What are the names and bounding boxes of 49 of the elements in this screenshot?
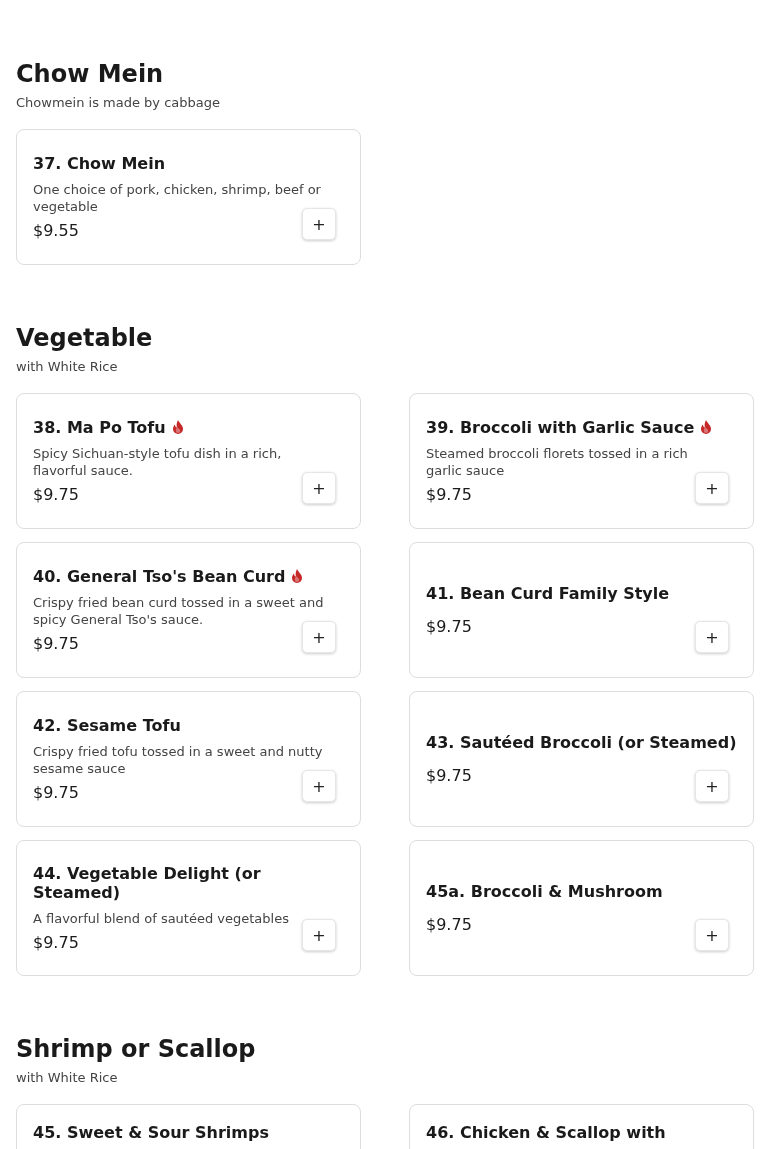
item-name: 41. Bean Curd Family Style bbox=[426, 583, 670, 603]
section-title: Vegetable bbox=[16, 323, 154, 353]
add-button[interactable]: + bbox=[695, 621, 729, 653]
item-description: Steamed broccoli florets tossed in a rich garlic sauce bbox=[426, 444, 689, 479]
add-button[interactable]: + bbox=[695, 919, 729, 951]
menu-item-card[interactable]: 38. Ma Po Tofu Spicy Sichuan-style tofu dish in a rich, flavorful sauce. $9.75 + bbox=[16, 393, 361, 529]
add-button[interactable]: + bbox=[695, 770, 729, 802]
item-name: 38. Ma Po Tofu bbox=[33, 417, 166, 437]
item-name: 37. Chow Mein bbox=[33, 153, 166, 173]
item-price: $9.75 bbox=[426, 484, 472, 505]
item-name: 46. Chicken & Scallop with bbox=[426, 1123, 666, 1142]
item-name: 40. General Tso's Bean Curd bbox=[33, 566, 286, 586]
item-name: 44. Vegetable Delight (or Steamed) bbox=[33, 863, 261, 902]
section-subtitle: Chowmein is made by cabbage bbox=[16, 94, 221, 112]
item-description: A flavorful blend of sautéed vegetables bbox=[33, 909, 290, 927]
item-name: 45. Sweet & Sour Shrimps bbox=[33, 1123, 269, 1142]
add-button[interactable]: + bbox=[302, 621, 336, 653]
item-price: $9.75 bbox=[33, 782, 79, 803]
item-price: $9.75 bbox=[426, 765, 472, 786]
item-price: $9.75 bbox=[33, 484, 79, 505]
item-price: $9.75 bbox=[426, 616, 472, 637]
menu-item-card[interactable]: 42. Sesame Tofu Crispy fried tofu tossed in a sweet and nutty sesame sauce $9.75 + bbox=[16, 691, 361, 827]
item-name: 42. Sesame Tofu bbox=[33, 715, 181, 735]
menu-item-card[interactable]: 43. Sautéed Broccoli (or Steamed) $9.75 + bbox=[409, 691, 754, 827]
add-button[interactable]: + bbox=[302, 919, 336, 951]
menu-item-card[interactable]: 40. General Tso's Bean Curd Crispy fried bean curd tossed in a sweet and spicy General Tso's sauce. $9.75 + bbox=[16, 542, 361, 678]
section-subtitle: with White Rice bbox=[16, 358, 119, 376]
add-button[interactable]: + bbox=[302, 770, 336, 802]
item-price: $9.75 bbox=[33, 932, 79, 953]
item-name: 43. Sautéed Broccoli (or Steamed) bbox=[426, 732, 737, 752]
menu-item-card[interactable]: 46. Chicken & Scallop with bbox=[409, 1104, 754, 1149]
menu-item-card[interactable]: 44. Vegetable Delight (or Steamed) A flavorful blend of sautéed vegetables $9.75 + bbox=[16, 840, 361, 976]
section-subtitle: with White Rice bbox=[16, 1069, 119, 1087]
item-description: Spicy Sichuan-style tofu dish in a rich, flavorful sauce. bbox=[33, 444, 283, 479]
section-title: Chow Mein bbox=[16, 59, 165, 89]
item-price: $9.75 bbox=[426, 914, 472, 935]
add-button[interactable]: + bbox=[302, 208, 336, 240]
item-name: 39. Broccoli with Garlic Sauce bbox=[426, 417, 695, 437]
item-price: $9.75 bbox=[33, 633, 79, 654]
section-title: Shrimp or Scallop bbox=[16, 1034, 257, 1064]
add-button[interactable]: + bbox=[302, 472, 336, 504]
item-price: $9.55 bbox=[33, 220, 79, 241]
menu-item-card[interactable]: 41. Bean Curd Family Style $9.75 + bbox=[409, 542, 754, 678]
menu-item-card[interactable]: 39. Broccoli with Garlic Sauce Steamed broccoli florets tossed in a rich garlic sauce $9.75 + bbox=[409, 393, 754, 529]
add-button[interactable]: + bbox=[695, 472, 729, 504]
menu-item-card[interactable]: 45a. Broccoli & Mushroom $9.75 + bbox=[409, 840, 754, 976]
menu-item-card[interactable]: 45. Sweet & Sour Shrimps bbox=[16, 1104, 361, 1149]
menu-item-card[interactable]: 37. Chow Mein One choice of pork, chicken, shrimp, beef or vegetable $9.55 + bbox=[16, 129, 361, 265]
item-name: 45a. Broccoli & Mushroom bbox=[426, 881, 663, 901]
